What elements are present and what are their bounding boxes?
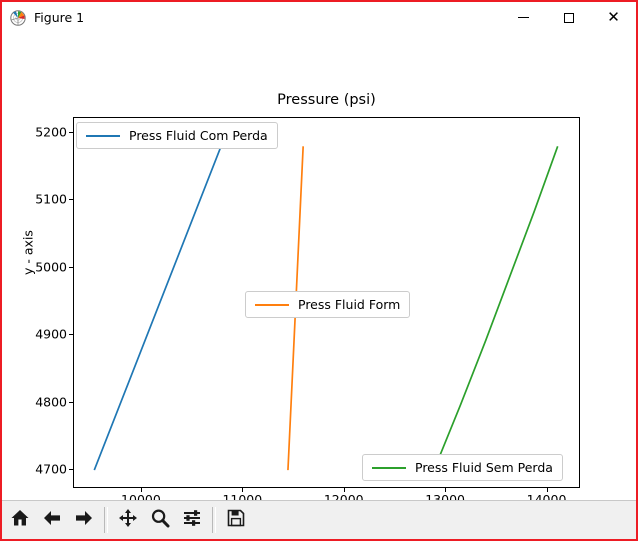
chart-title: Pressure (psi) — [277, 92, 376, 108]
x-tick-label: 14000 — [526, 492, 567, 500]
window-title: Figure 1 — [34, 9, 85, 25]
y-tick-label: 4900 — [35, 326, 67, 342]
maximize-button[interactable] — [546, 2, 591, 33]
x-tick-label: 10000 — [121, 492, 161, 500]
close-button[interactable]: ✕ — [591, 2, 636, 33]
back-button[interactable] — [36, 504, 68, 536]
y-tick-label: 4800 — [35, 394, 67, 410]
legend-press-fluid-sem-perda[interactable]: Press Fluid Sem Perda — [362, 454, 563, 481]
legend-label-2: Press Fluid Sem Perda — [415, 460, 553, 475]
x-tick-mark — [242, 488, 244, 492]
y-tick-mark — [69, 469, 73, 471]
minimize-button[interactable] — [501, 2, 546, 33]
series-line-2 — [433, 146, 559, 471]
legend-line-1 — [255, 303, 289, 306]
x-tick-mark — [546, 488, 548, 492]
matplotlib-icon — [10, 9, 26, 26]
configure-subplots-button[interactable] — [176, 504, 208, 536]
title-bar-left: Figure 1 — [2, 10, 84, 26]
figure-canvas[interactable]: Pressure (psi) x - axis y - axis 4700480… — [2, 33, 636, 500]
y-axis-ticks: 4700 4800 4900 5000 5100 5200 — [2, 33, 67, 500]
zoom-button[interactable] — [144, 504, 176, 536]
x-tick-label: 12000 — [323, 492, 364, 500]
arrow-left-icon — [42, 508, 62, 532]
y-tick-mark — [69, 199, 73, 201]
navigation-toolbar — [2, 500, 636, 539]
x-tick-label: 13000 — [425, 492, 465, 500]
forward-button[interactable] — [68, 504, 100, 536]
window-controls: ✕ — [501, 2, 636, 33]
x-tick-label: 11000 — [222, 492, 263, 500]
toolbar-separator-1 — [104, 507, 108, 533]
y-tick-mark — [69, 266, 73, 268]
minimize-icon — [518, 17, 529, 18]
y-tick-label: 5000 — [35, 259, 67, 275]
floppy-disk-icon — [226, 508, 246, 532]
legend-line-2 — [372, 466, 406, 469]
maximize-icon — [563, 12, 574, 23]
legend-press-fluid-com-perda[interactable]: Press Fluid Com Perda — [76, 122, 278, 149]
y-tick-label: 5100 — [35, 191, 67, 207]
y-tick-mark — [69, 401, 73, 403]
x-tick-mark — [445, 488, 447, 492]
pan-button[interactable] — [112, 504, 144, 536]
figure-window: Figure 1 ✕ Pressure (psi) x - axis y - a… — [0, 0, 638, 541]
move-icon — [118, 508, 138, 532]
sliders-icon — [182, 508, 202, 532]
legend-label-1: Press Fluid Form — [298, 297, 401, 312]
y-tick-label: 5200 — [35, 124, 67, 140]
close-icon: ✕ — [607, 8, 620, 26]
legend-line-0 — [86, 134, 120, 137]
x-tick-mark — [343, 488, 345, 492]
home-icon — [10, 508, 30, 532]
home-button[interactable] — [4, 504, 36, 536]
y-tick-mark — [69, 131, 73, 133]
legend-label-0: Press Fluid Com Perda — [129, 128, 268, 143]
series-line-0 — [93, 146, 222, 471]
title-bar: Figure 1 ✕ — [2, 2, 636, 33]
toolbar-separator-2 — [212, 507, 216, 533]
magnifier-icon — [150, 508, 170, 532]
y-tick-mark — [69, 334, 73, 336]
legend-press-fluid-form[interactable]: Press Fluid Form — [245, 291, 411, 318]
y-tick-label: 4700 — [35, 461, 67, 477]
x-tick-mark — [140, 488, 142, 492]
save-button[interactable] — [220, 504, 252, 536]
arrow-right-icon — [74, 508, 94, 532]
